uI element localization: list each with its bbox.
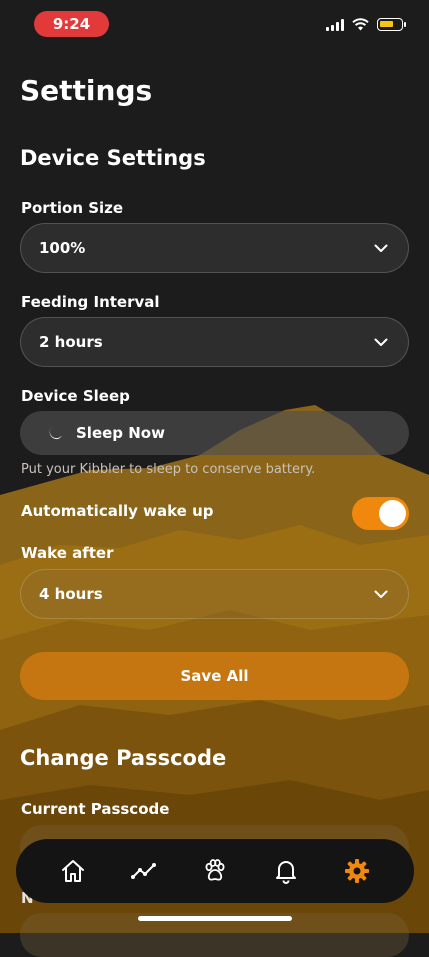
gear-icon (344, 859, 369, 883)
change-passcode-heading: Change Passcode (20, 746, 227, 770)
auto-wake-label: Automatically wake up (21, 502, 214, 520)
stats-icon (131, 863, 157, 879)
device-sleep-label: Device Sleep (21, 387, 130, 405)
wake-after-label: Wake after (21, 544, 114, 562)
auto-wake-toggle[interactable] (352, 497, 409, 530)
tab-home[interactable] (53, 851, 93, 891)
status-time: 9:24 (34, 11, 109, 37)
home-indicator (138, 916, 292, 921)
chevron-down-icon (374, 338, 388, 346)
chevron-down-icon (374, 590, 388, 598)
wake-after-value: 4 hours (39, 585, 103, 603)
device-settings-heading: Device Settings (20, 146, 206, 170)
tab-pet[interactable] (195, 851, 235, 891)
tab-stats[interactable] (124, 851, 164, 891)
cellular-signal-icon (326, 18, 344, 31)
status-icons (326, 18, 406, 31)
feeding-interval-label: Feeding Interval (21, 293, 160, 311)
current-passcode-label: Current Passcode (21, 800, 170, 818)
battery-icon (377, 18, 406, 31)
portion-size-label: Portion Size (21, 199, 124, 217)
portion-size-select[interactable]: 100% (20, 223, 409, 273)
moon-icon (49, 426, 62, 440)
sleep-now-button[interactable]: Sleep Now (20, 411, 409, 455)
wake-after-select[interactable]: 4 hours (20, 569, 409, 619)
page-title: Settings (20, 74, 153, 107)
feeding-interval-select[interactable]: 2 hours (20, 317, 409, 367)
chevron-down-icon (374, 244, 388, 252)
bell-icon (275, 861, 296, 884)
wifi-icon (352, 18, 369, 31)
toggle-knob (379, 500, 406, 527)
home-icon (62, 860, 85, 882)
save-all-button[interactable]: Save All (20, 652, 409, 700)
sleep-hint: Put your Kibbler to sleep to conserve ba… (21, 462, 316, 477)
feeding-interval-value: 2 hours (39, 333, 103, 351)
tab-settings[interactable] (337, 851, 377, 891)
portion-size-value: 100% (39, 239, 86, 257)
tab-notifications[interactable] (266, 851, 306, 891)
sleep-now-label: Sleep Now (76, 424, 165, 442)
bottom-tab-bar (16, 839, 414, 903)
paw-icon (205, 859, 225, 881)
